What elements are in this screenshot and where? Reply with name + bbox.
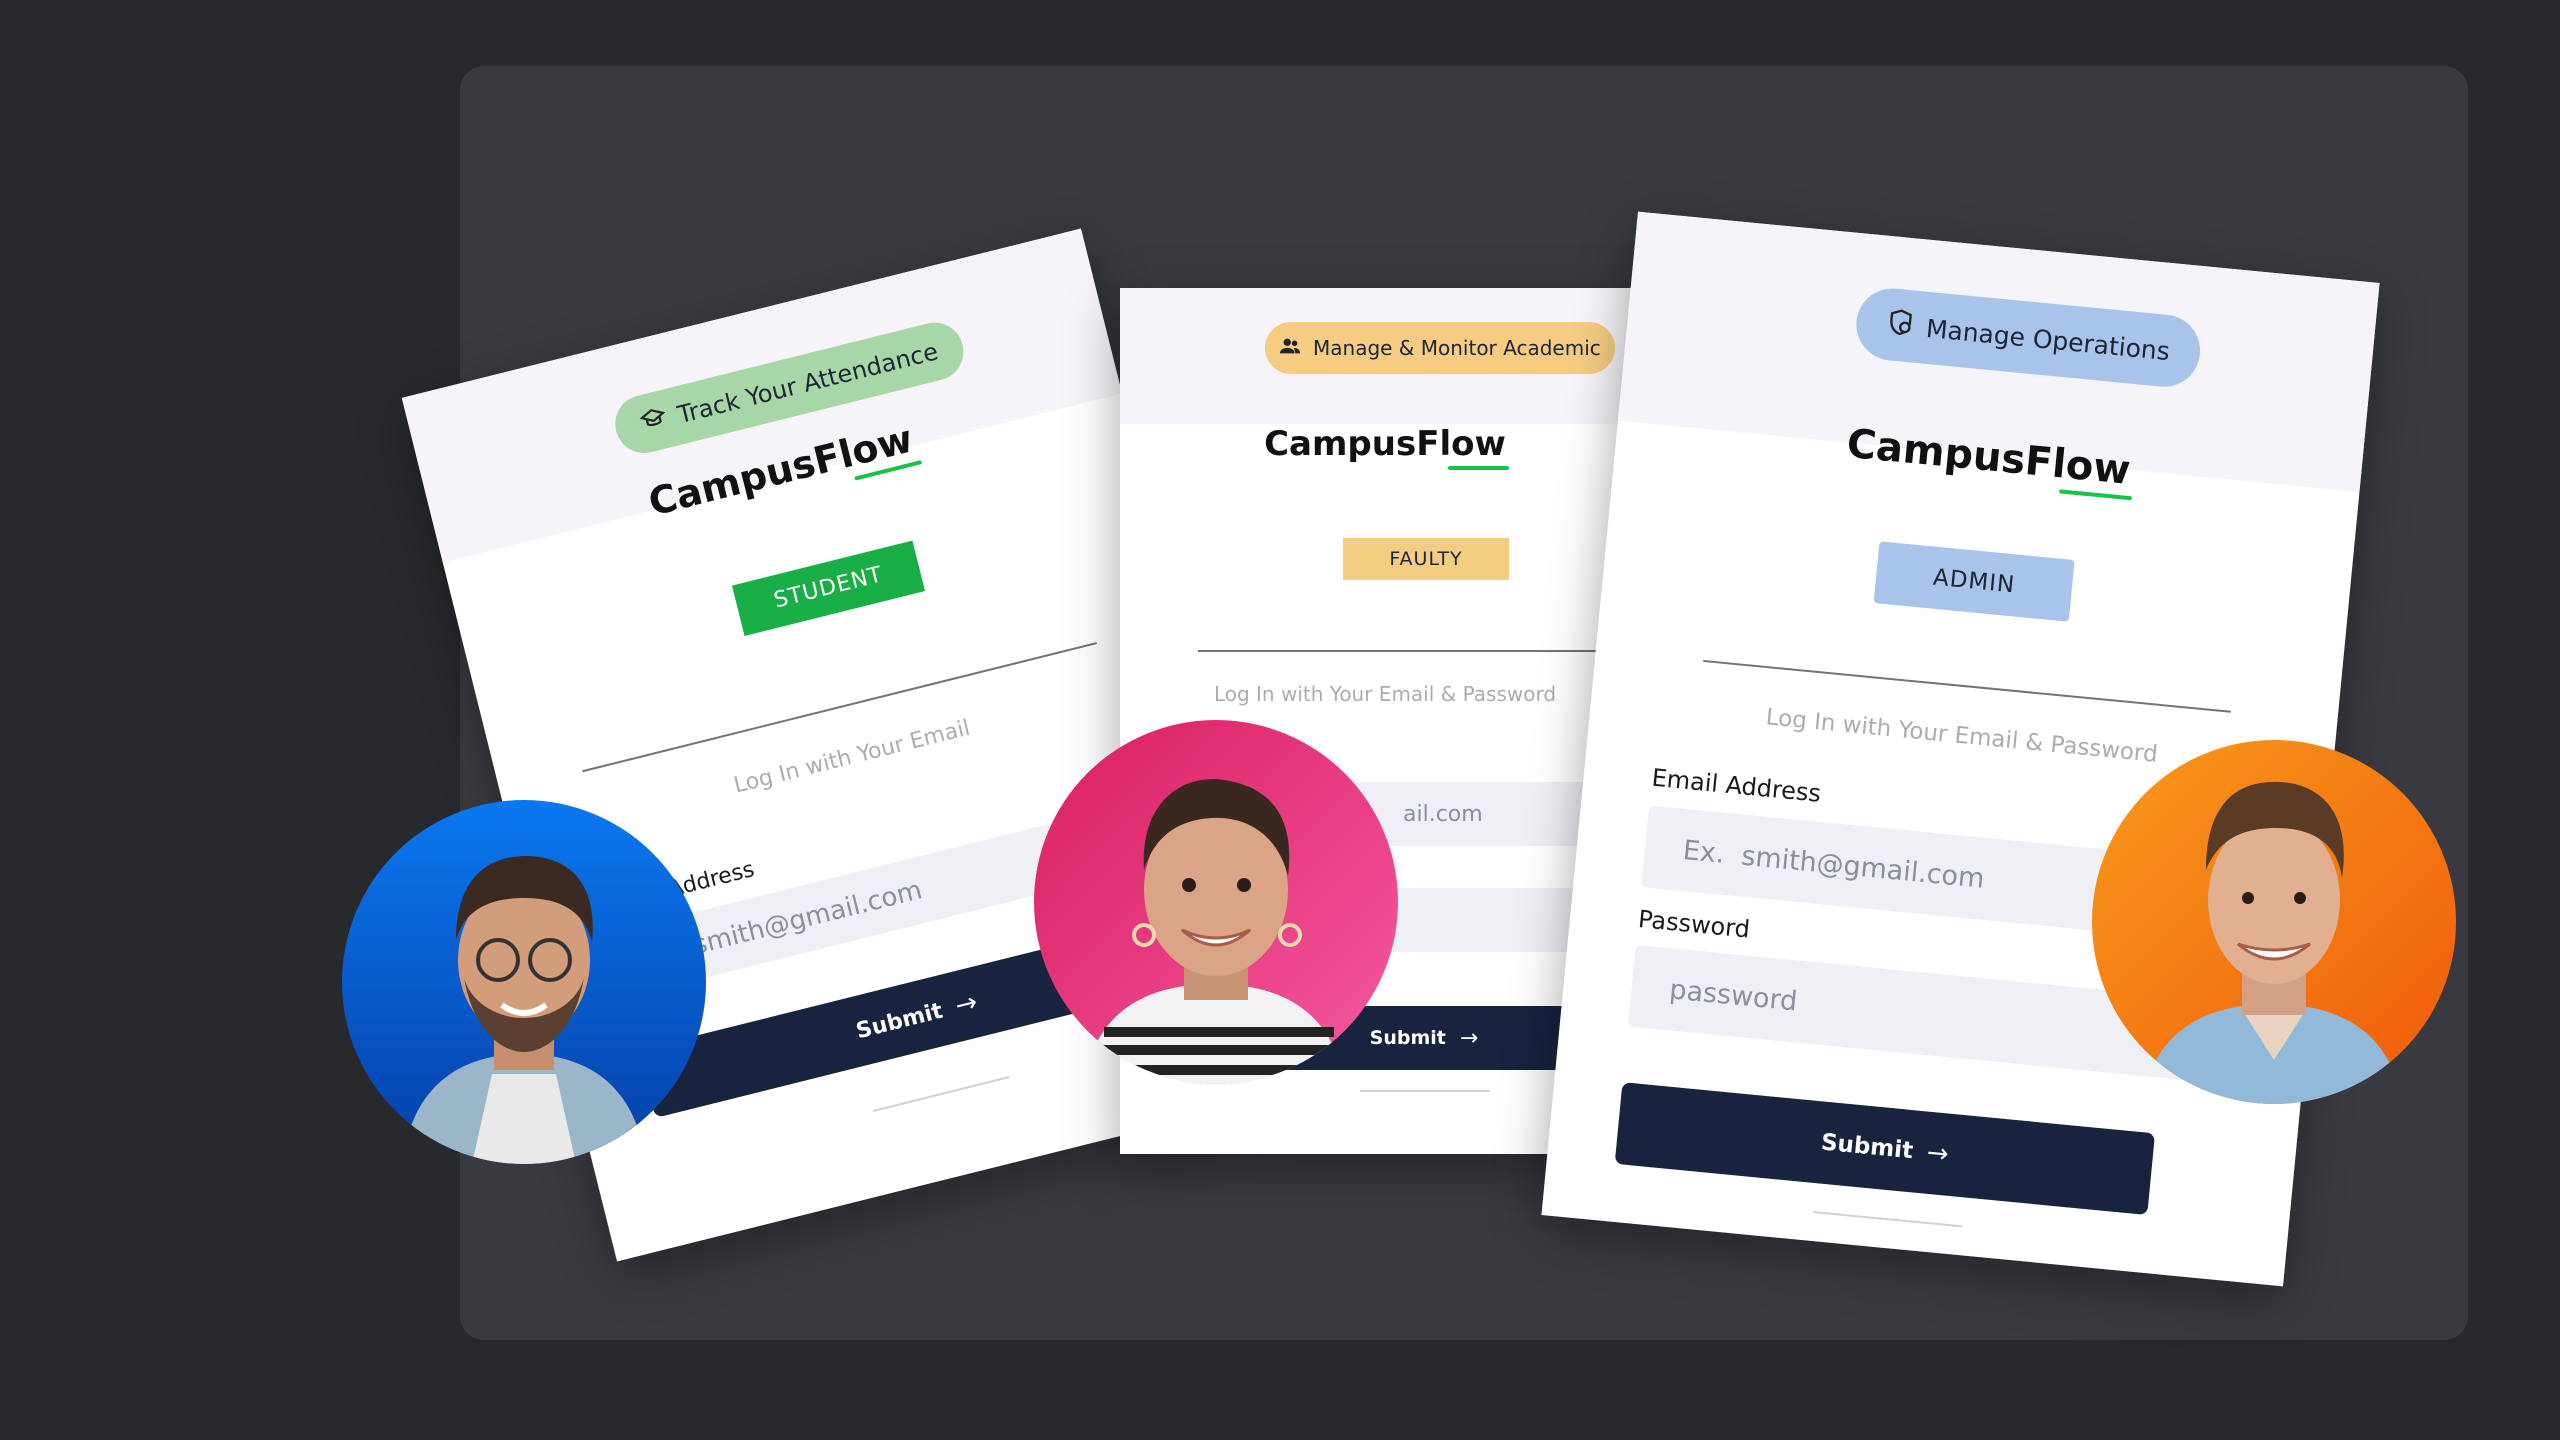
arrow-right-icon: → [1925, 1137, 1951, 1170]
avatar-smiling-man [2092, 740, 2456, 1104]
admin-pill-label: Manage Operations [1924, 313, 2172, 366]
footer-line [1360, 1090, 1490, 1092]
avatar-man-with-glasses [342, 800, 706, 1164]
email-label: Email Address [1650, 763, 1823, 808]
faculty-pill: Manage & Monitor Academic [1265, 322, 1615, 374]
submit-label: Submit [853, 998, 946, 1044]
brand-logo: CampusFlow [1264, 424, 1509, 470]
password-label: Password [1636, 904, 1752, 944]
shield-gear-icon [1885, 307, 1916, 344]
submit-label: Submit [1369, 1027, 1446, 1049]
faculty-pill-label: Manage & Monitor Academic [1313, 336, 1601, 360]
footer-line [873, 1076, 1010, 1112]
submit-button[interactable]: Submit → [1614, 1082, 2156, 1216]
divider [1198, 650, 1650, 652]
avatar-smiling-woman [1034, 720, 1398, 1084]
footer-line [1812, 1210, 1963, 1228]
users-icon [1279, 335, 1301, 362]
submit-label: Submit [1819, 1129, 1915, 1165]
graduation-cap-icon [637, 403, 670, 440]
role-badge-student: STUDENT [731, 540, 926, 637]
arrow-right-icon: → [1459, 1025, 1479, 1051]
arrow-right-icon: → [952, 987, 981, 1022]
login-hint: Log In with Your Email & Password [1213, 682, 1557, 706]
role-badge-faculty: FAULTY [1343, 538, 1509, 580]
role-badge-admin: ADMIN [1873, 541, 2075, 622]
